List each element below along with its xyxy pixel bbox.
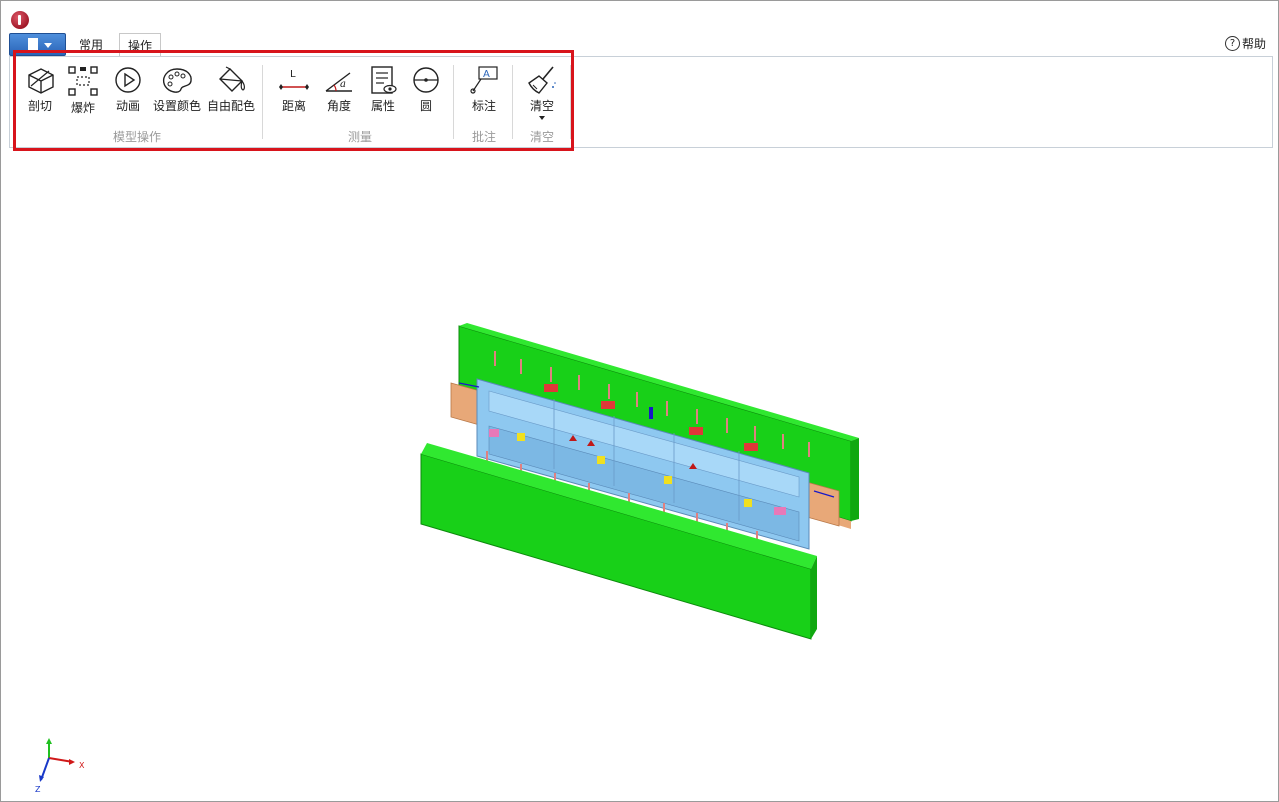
ribbon-separator bbox=[570, 65, 571, 139]
set-color-button[interactable]: 设置颜色 bbox=[152, 65, 202, 114]
svg-text:A: A bbox=[483, 69, 490, 80]
document-icon bbox=[28, 38, 38, 50]
tool-label: 动画 bbox=[115, 99, 140, 113]
tool-label: 剖切 bbox=[27, 99, 52, 113]
tool-label: 爆炸 bbox=[70, 101, 95, 115]
tab-operations[interactable]: 操作 bbox=[119, 33, 162, 57]
help-button[interactable]: ? 帮助 bbox=[1224, 35, 1266, 52]
clear-button[interactable]: 清空 bbox=[522, 65, 562, 120]
broom-icon bbox=[528, 66, 556, 94]
axis-x-label: X bbox=[79, 761, 85, 770]
distance-button[interactable]: L 距离 bbox=[276, 65, 312, 114]
ribbon-toolbar: 剖切 爆炸 动画 设置颜色 自由配色 模型操作 L 距离 a 角度 属性 圆 测… bbox=[9, 56, 1273, 148]
annotate-button[interactable]: A 标注 bbox=[466, 65, 502, 114]
palette-icon bbox=[162, 68, 192, 93]
circle-icon bbox=[413, 67, 439, 93]
tool-label: 清空 bbox=[529, 99, 554, 113]
help-label: 帮助 bbox=[1241, 37, 1266, 51]
paint-bucket-icon bbox=[219, 66, 245, 92]
chevron-down-icon[interactable] bbox=[539, 116, 545, 120]
properties-icon bbox=[371, 66, 397, 94]
question-circle-icon: ? bbox=[1224, 36, 1240, 51]
angle-button[interactable]: a 角度 bbox=[321, 65, 357, 114]
group-label-model-ops: 模型操作 bbox=[112, 130, 161, 144]
section-cut-button[interactable]: 剖切 bbox=[24, 65, 56, 114]
properties-button[interactable]: 属性 bbox=[365, 65, 401, 114]
circle-button[interactable]: 圆 bbox=[409, 65, 443, 114]
tool-label: 标注 bbox=[471, 99, 496, 113]
explode-icon bbox=[68, 66, 98, 96]
svg-text:L: L bbox=[290, 69, 296, 80]
explode-button[interactable]: 爆炸 bbox=[67, 65, 99, 116]
group-label-measure: 测量 bbox=[347, 130, 372, 144]
axis-triad: X Z bbox=[35, 738, 85, 794]
ribbon-separator bbox=[512, 65, 513, 139]
distance-icon: L bbox=[279, 69, 309, 90]
tool-label: 距离 bbox=[281, 99, 306, 113]
tool-label: 属性 bbox=[370, 99, 395, 113]
chevron-down-icon bbox=[44, 43, 52, 48]
model-viewport[interactable] bbox=[9, 151, 1271, 791]
angle-icon: a bbox=[325, 72, 352, 92]
section-cut-icon bbox=[28, 68, 54, 94]
tool-label: 自由配色 bbox=[206, 99, 255, 113]
group-label-clear: 清空 bbox=[529, 130, 554, 144]
tool-label: 设置颜色 bbox=[152, 99, 201, 113]
app-window: 常用 操作 ? 帮助 剖切 爆炸 动画 设置颜色 自由配色 模型操作 L 距离 … bbox=[0, 0, 1279, 802]
group-label-annotate: 批注 bbox=[471, 130, 496, 144]
svg-text:a: a bbox=[340, 79, 346, 90]
play-icon bbox=[115, 67, 141, 93]
ribbon-separator bbox=[453, 65, 454, 139]
free-color-button[interactable]: 自由配色 bbox=[206, 65, 256, 114]
file-menu-button[interactable] bbox=[9, 33, 66, 56]
animation-button[interactable]: 动画 bbox=[112, 65, 144, 114]
axis-z-label: Z bbox=[35, 785, 41, 794]
ribbon-separator bbox=[262, 65, 263, 139]
app-logo-icon bbox=[11, 11, 29, 29]
annotation-icon: A bbox=[470, 66, 498, 94]
tool-label: 圆 bbox=[419, 99, 432, 113]
tool-label: 角度 bbox=[326, 99, 351, 113]
tab-common[interactable]: 常用 bbox=[71, 35, 111, 55]
